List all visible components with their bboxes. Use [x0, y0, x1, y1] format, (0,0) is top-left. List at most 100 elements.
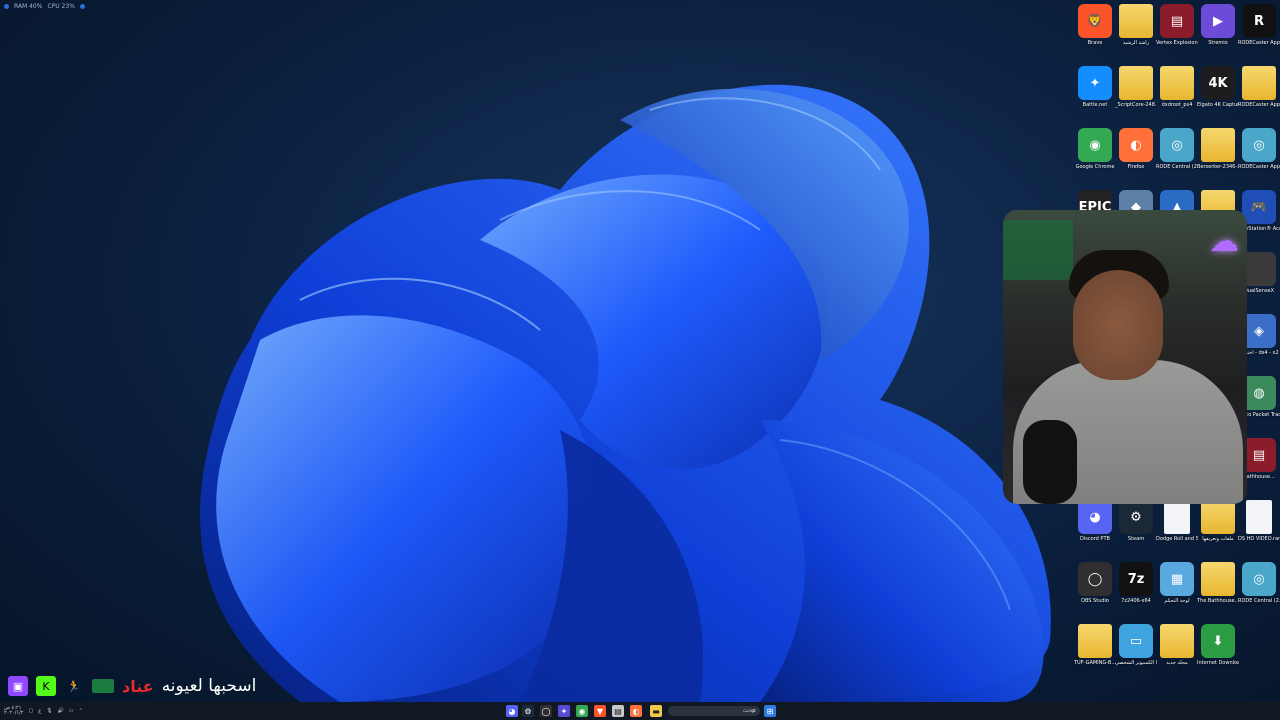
taskbar-chrome-icon[interactable]: ◉	[576, 705, 588, 717]
desktop-icon[interactable]: Dodge Roll and Sprint-496-2-30...	[1156, 500, 1198, 542]
desktop-icon[interactable]: ▶ Stremio	[1197, 4, 1239, 46]
desktop-icon[interactable]: _ScriptCore-248...	[1115, 66, 1157, 108]
desktop-icon[interactable]: ملفات وتعريفها	[1197, 500, 1239, 542]
desktop-icon[interactable]: RODECaster App Windows v2.0.102	[1238, 66, 1280, 108]
desktop-icon-glyph-icon: ▦	[1160, 562, 1194, 596]
desktop-icon-label: Elgato 4K Capture Utility	[1197, 102, 1239, 108]
desktop-icon-glyph-icon	[1119, 66, 1153, 100]
cpu-usage: CPU 23%	[47, 3, 75, 10]
desktop-icon-glyph-icon: ◍	[1242, 376, 1276, 410]
ram-usage: RAM 40%	[14, 3, 43, 10]
desktop-icon[interactable]: ▤ Vertex Explosion fix-109-1-0-17...	[1156, 4, 1198, 46]
desktop-icon[interactable]: TUF-GAMING-B...	[1074, 624, 1116, 666]
desktop-icon-glyph-icon: ◕	[1078, 500, 1112, 534]
desktop-icon-glyph-icon	[1160, 624, 1194, 658]
desktop-icon-glyph-icon	[1242, 252, 1276, 286]
desktop-icon[interactable]: DS HD VIDEO.rar	[1238, 500, 1280, 542]
notification-icon[interactable]: ▢	[28, 708, 33, 714]
desktop-icon-glyph-icon: ▤	[1242, 438, 1276, 472]
performance-overlay: RAM 40% CPU 23%	[4, 3, 85, 10]
desktop-icon-label: Dodge Roll and Sprint-496-2-30...	[1156, 536, 1198, 542]
flag-background	[1003, 220, 1073, 280]
desktop-icon-label: Berserker-2346-...	[1197, 164, 1239, 170]
desktop-icon[interactable]: ⬇ Internet Downloa...	[1197, 624, 1239, 666]
desktop-icon[interactable]: ◐ Firefox	[1115, 128, 1157, 170]
microphone	[1023, 420, 1077, 504]
desktop-icon-label: Firefox	[1127, 164, 1145, 170]
taskbar-brave-icon[interactable]: ▼	[594, 705, 606, 717]
desktop-icon[interactable]: مجلد جديد	[1156, 624, 1198, 666]
desktop-icon-label: هذا الكمبيوتر الشخصي	[1115, 660, 1157, 666]
desktop-icon-glyph-icon: 4K	[1201, 66, 1235, 100]
desktop-icon[interactable]: ◯ OBS Studio	[1074, 562, 1116, 604]
desktop-icon-label: DS HD VIDEO.rar	[1238, 536, 1280, 542]
desktop-icon-label: RODE Central (2.0.62)	[1156, 164, 1198, 170]
desktop-icon-glyph-icon: 🦁	[1078, 4, 1112, 38]
desktop-icon[interactable]: 7z 7z2406-x64	[1115, 562, 1157, 604]
desktop-icon[interactable]: راشد الرشيد	[1115, 4, 1157, 46]
taskbar-obs-icon[interactable]: ◯	[540, 705, 552, 717]
desktop[interactable]: RAM 40% CPU 23% 🦁 Brave راشد الرشيد ▤ Vertex…	[0, 0, 1280, 702]
desktop-icon[interactable]: ◎ RODE Central (2.0.65)	[1238, 562, 1280, 604]
taskbar-steam-icon[interactable]: ⚙	[522, 705, 534, 717]
desktop-icon-glyph-icon	[1201, 128, 1235, 162]
taskbar-file-explorer-icon[interactable]: ▬	[650, 705, 662, 717]
desktop-icon-label: RODE Central (2.0.65)	[1238, 598, 1280, 604]
desktop-icon[interactable]: The.Bathhouse...	[1197, 562, 1239, 604]
desktop-icon-glyph-icon: ◐	[1119, 128, 1153, 162]
desktop-icon-glyph-icon: ▶	[1201, 4, 1235, 38]
desktop-icon-glyph-icon: ✦	[1078, 66, 1112, 100]
desktop-icon[interactable]: ⚙ Steam	[1115, 500, 1157, 542]
start-button[interactable]: ⊞	[764, 705, 776, 717]
taskbar-app-icon[interactable]: ✦	[558, 705, 570, 717]
taskbar-store-icon[interactable]: ▤	[612, 705, 624, 717]
desktop-icon[interactable]: dxdroot_ps4	[1156, 66, 1198, 108]
desktop-icon-glyph-icon	[1119, 4, 1153, 38]
volume-icon[interactable]: 🔊	[58, 708, 64, 714]
desktop-icon-label: RODECaster App Windows v2.0.102	[1238, 102, 1280, 108]
overlay-text-white: اسحبها لعيونه	[161, 676, 257, 696]
desktop-icon[interactable]: ✦ Battle.net	[1074, 66, 1116, 108]
desktop-icon-label: لوحة التحكم	[1164, 598, 1190, 604]
desktop-icon-label: Google Chrome	[1075, 164, 1115, 170]
desktop-icon-glyph-icon: ◈	[1242, 314, 1276, 348]
desktop-icon[interactable]: ▦ لوحة التحكم	[1156, 562, 1198, 604]
desktop-icon[interactable]: ▭ هذا الكمبيوتر الشخصي	[1115, 624, 1157, 666]
desktop-icon[interactable]: ◎ RODECaster App (2.0.102)	[1238, 128, 1280, 170]
desktop-icon-glyph-icon: ⚙	[1119, 500, 1153, 534]
chevron-up-icon[interactable]: ⌃	[79, 708, 83, 714]
desktop-icon-label: _ScriptCore-248...	[1115, 102, 1157, 108]
desktop-icon-glyph-icon: ▤	[1160, 4, 1194, 38]
taskbar-firefox-icon[interactable]: ◐	[630, 705, 642, 717]
desktop-icon-glyph-icon	[1164, 500, 1190, 534]
desktop-icon[interactable]: 🦁 Brave	[1074, 4, 1116, 46]
desktop-icon-label: Vertex Explosion fix-109-1-0-17...	[1156, 40, 1198, 46]
tray-language[interactable]: ع	[38, 708, 41, 714]
desktop-icon[interactable]: ◕ Discord PTB	[1074, 500, 1116, 542]
desktop-icon-label: Internet Downloa...	[1197, 660, 1239, 666]
microphone-icon[interactable]: 🎙	[46, 708, 52, 714]
stream-overlay-bar: ▣ K 🏃 عناد اسحبها لعيونه	[8, 676, 256, 696]
desktop-icon-glyph-icon: R	[1242, 4, 1276, 38]
desktop-icon-glyph-icon: ◎	[1242, 128, 1276, 162]
desktop-icon-label: Brave	[1087, 40, 1103, 46]
desktop-icon[interactable]: ◉ Google Chrome	[1074, 128, 1116, 170]
taskbar-discord-icon[interactable]: ◕	[506, 705, 518, 717]
desktop-icon-label: OBS Studio	[1081, 598, 1109, 604]
network-icon[interactable]: ▭	[69, 708, 74, 714]
desktop-icon[interactable]: ◎ RODE Central (2.0.62)	[1156, 128, 1198, 170]
desktop-icon-label: Stremio	[1208, 40, 1228, 46]
desktop-icon[interactable]: 4K Elgato 4K Capture Utility	[1197, 66, 1239, 108]
desktop-icon-glyph-icon	[1246, 500, 1272, 534]
desktop-icon[interactable]: Berserker-2346-...	[1197, 128, 1239, 170]
system-tray: ٤:٢١ ص ٢٠٢٠/١/٢ ▢ ع 🎙 🔊 ▭ ⌃	[4, 702, 83, 720]
desktop-icon-glyph-icon	[1201, 562, 1235, 596]
desktop-icon[interactable]: R RODECaster App	[1238, 4, 1280, 46]
desktop-icon-glyph-icon: ⬇	[1201, 624, 1235, 658]
taskbar-search-box[interactable]: بحث	[668, 706, 760, 716]
desktop-icon-label: The.Bathhouse...	[1197, 598, 1239, 604]
desktop-icon-glyph-icon: 7z	[1119, 562, 1153, 596]
desktop-icon-label: Discord PTB	[1080, 536, 1110, 542]
tray-clock[interactable]: ٤:٢١ ص ٢٠٢٠/١/٢	[4, 706, 23, 716]
perf-indicator-icon	[79, 4, 85, 9]
